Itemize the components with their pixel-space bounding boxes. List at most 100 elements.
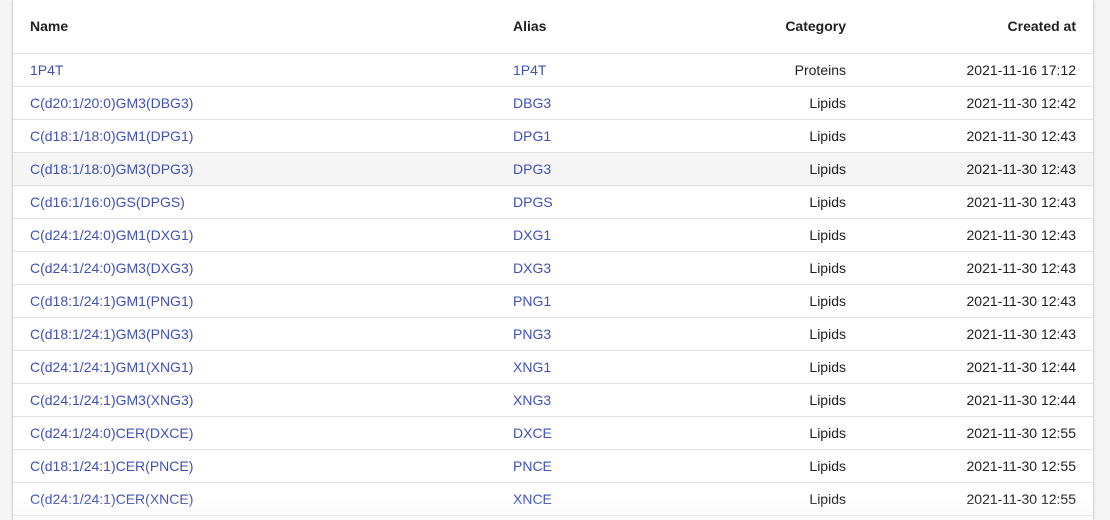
cell-category: Lipids (713, 185, 846, 219)
molecules-table-card: Name Alias Category Created at 1P4T 1P4T P… (13, 0, 1093, 520)
cell-alias: DPGS (513, 185, 713, 219)
cell-created-at: 2021-11-30 12:55 (846, 482, 1093, 516)
cell-created-at: 2021-11-30 12:43 (846, 284, 1093, 318)
alias-link[interactable]: XNG1 (513, 359, 551, 375)
cell-name: C(d16:1/16:0)GS(DPGS) (13, 185, 513, 219)
cell-name: C(d18:1/18:0)GM1(DPG1) (13, 119, 513, 153)
cell-created-at: 2021-11-30 12:43 (846, 317, 1093, 351)
table-row[interactable]: C(d18:1/18:0)GM1(DPG1) DPG1 Lipids 2021-11-… (13, 119, 1093, 153)
cell-name: C(d18:1/24:1)GM3(PNG3) (13, 317, 513, 351)
cell-created-at: 2021-11-30 12:43 (846, 218, 1093, 252)
cell-created-at: 2021-11-16 17:12 (846, 53, 1093, 87)
cell-alias: DXCE (513, 416, 713, 450)
name-link[interactable]: C(d18:1/24:1)CER(PNCE) (30, 458, 193, 474)
alias-link[interactable]: XNG3 (513, 392, 551, 408)
column-header-category[interactable]: Category (713, 0, 846, 54)
name-link[interactable]: C(d24:1/24:0)GM3(DXG3) (30, 260, 193, 276)
cell-name: C(d18:1/24:1)CER(PNCE) (13, 449, 513, 483)
table-row[interactable]: 1P4T 1P4T Proteins 2021-11-16 17:12 (13, 53, 1093, 87)
alias-link[interactable]: DBG3 (513, 95, 551, 111)
table-row[interactable]: C(d16:1/16:0)GS(DPGS) DPGS Lipids 2021-11-3… (13, 185, 1093, 219)
alias-link[interactable]: PNCE (513, 458, 552, 474)
cell-name: 1P4T (13, 53, 513, 87)
cell-created-at: 2021-11-30 12:42 (846, 86, 1093, 120)
cell-name: C(d24:1/24:1)CER(XNCE) (13, 482, 513, 516)
cell-name: C(d24:1/24:1)GM3(XNG3) (13, 383, 513, 417)
cell-created-at: 2021-11-30 12:43 (846, 185, 1093, 219)
name-link[interactable]: C(d18:1/24:1)GM1(PNG1) (30, 293, 193, 309)
cell-category: Lipids (713, 218, 846, 252)
cell-category: Lipids (713, 152, 846, 186)
cell-created-at: 2021-11-30 12:55 (846, 449, 1093, 483)
name-link[interactable]: C(d24:1/24:1)CER(XNCE) (30, 491, 193, 507)
cell-category: Lipids (713, 284, 846, 318)
cell-category: Lipids (713, 482, 846, 516)
cell-category: Lipids (713, 317, 846, 351)
cell-category: Lipids (713, 350, 846, 384)
name-link[interactable]: C(d24:1/24:0)GM1(DXG1) (30, 227, 193, 243)
name-link[interactable]: C(d24:1/24:1)GM1(XNG1) (30, 359, 193, 375)
name-link[interactable]: C(d24:1/24:0)CER(DXCE) (30, 425, 193, 441)
name-link[interactable]: C(d20:1/20:0)GM3(DBG3) (30, 95, 193, 111)
table-row[interactable]: C(d24:1/24:0)CER(DXCE) DXCE Lipids 2021-11-… (13, 416, 1093, 450)
name-link[interactable]: 1P4T (30, 62, 63, 78)
cell-category: Lipids (713, 119, 846, 153)
cell-created-at: 2021-11-30 12:43 (846, 119, 1093, 153)
name-link[interactable]: C(d16:1/16:0)GS(DPGS) (30, 194, 185, 210)
column-header-name[interactable]: Name (13, 0, 513, 54)
table-row[interactable]: C(d20:1/20:0)GM3(DBG3) DBG3 Lipids 2021-11-… (13, 86, 1093, 120)
cell-name: C(d18:1/24:1)GM1(PNG1) (13, 284, 513, 318)
cell-category: Lipids (713, 383, 846, 417)
table-row[interactable]: C(d24:1/24:1)GM1(XNG1) XNG1 Lipids 2021-11-… (13, 350, 1093, 384)
table-row[interactable]: C(d24:1/24:0)GM1(DXG1) DXG1 Lipids 2021-11-… (13, 218, 1093, 252)
cell-name: C(d24:1/24:0)GM1(DXG1) (13, 218, 513, 252)
table-row[interactable]: C(d24:1/24:1)CER(XNCE) XNCE Lipids 2021-11-… (13, 482, 1093, 516)
cell-name: C(d24:1/24:0)GM3(DXG3) (13, 251, 513, 285)
column-header-created-at[interactable]: Created at (846, 0, 1093, 54)
table-row[interactable]: C(d18:1/24:1)GM1(PNG1) PNG1 Lipids 2021-11-… (13, 284, 1093, 318)
alias-link[interactable]: 1P4T (513, 62, 546, 78)
alias-link[interactable]: DPG3 (513, 161, 551, 177)
alias-link[interactable]: DPGS (513, 194, 553, 210)
column-header-alias[interactable]: Alias (513, 0, 713, 54)
molecules-table: Name Alias Category Created at 1P4T 1P4T P… (13, 0, 1093, 516)
table-header: Name Alias Category Created at (13, 0, 1093, 54)
cell-alias: PNG3 (513, 317, 713, 351)
cell-created-at: 2021-11-30 12:44 (846, 350, 1093, 384)
cell-created-at: 2021-11-30 12:43 (846, 251, 1093, 285)
name-link[interactable]: C(d18:1/18:0)GM3(DPG3) (30, 161, 193, 177)
cell-created-at: 2021-11-30 12:44 (846, 383, 1093, 417)
table-row[interactable]: C(d18:1/24:1)GM3(PNG3) PNG3 Lipids 2021-11-… (13, 317, 1093, 351)
cell-category: Proteins (713, 53, 846, 87)
cell-alias: DPG3 (513, 152, 713, 186)
cell-category: Lipids (713, 416, 846, 450)
alias-link[interactable]: PNG3 (513, 326, 551, 342)
name-link[interactable]: C(d18:1/18:0)GM1(DPG1) (30, 128, 193, 144)
name-link[interactable]: C(d24:1/24:1)GM3(XNG3) (30, 392, 193, 408)
cell-alias: XNCE (513, 482, 713, 516)
cell-category: Lipids (713, 449, 846, 483)
alias-link[interactable]: PNG1 (513, 293, 551, 309)
table-body: 1P4T 1P4T Proteins 2021-11-16 17:12 C(d20:1/… (13, 53, 1093, 516)
alias-link[interactable]: DXG3 (513, 260, 551, 276)
cell-alias: PNCE (513, 449, 713, 483)
cell-alias: DXG3 (513, 251, 713, 285)
cell-name: C(d18:1/18:0)GM3(DPG3) (13, 152, 513, 186)
cell-alias: DXG1 (513, 218, 713, 252)
cell-name: C(d24:1/24:1)GM1(XNG1) (13, 350, 513, 384)
table-row[interactable]: C(d24:1/24:1)GM3(XNG3) XNG3 Lipids 2021-11-… (13, 383, 1093, 417)
cell-alias: DPG1 (513, 119, 713, 153)
table-header-row: Name Alias Category Created at (13, 0, 1093, 54)
alias-link[interactable]: DXG1 (513, 227, 551, 243)
table-row[interactable]: C(d18:1/24:1)CER(PNCE) PNCE Lipids 2021-11-… (13, 449, 1093, 483)
table-row[interactable]: C(d24:1/24:0)GM3(DXG3) DXG3 Lipids 2021-11-… (13, 251, 1093, 285)
cell-name: C(d20:1/20:0)GM3(DBG3) (13, 86, 513, 120)
alias-link[interactable]: DXCE (513, 425, 552, 441)
cell-alias: DBG3 (513, 86, 713, 120)
alias-link[interactable]: XNCE (513, 491, 552, 507)
cell-name: C(d24:1/24:0)CER(DXCE) (13, 416, 513, 450)
name-link[interactable]: C(d18:1/24:1)GM3(PNG3) (30, 326, 193, 342)
alias-link[interactable]: DPG1 (513, 128, 551, 144)
cell-created-at: 2021-11-30 12:55 (846, 416, 1093, 450)
table-row[interactable]: C(d18:1/18:0)GM3(DPG3) DPG3 Lipids 2021-11-… (13, 152, 1093, 186)
